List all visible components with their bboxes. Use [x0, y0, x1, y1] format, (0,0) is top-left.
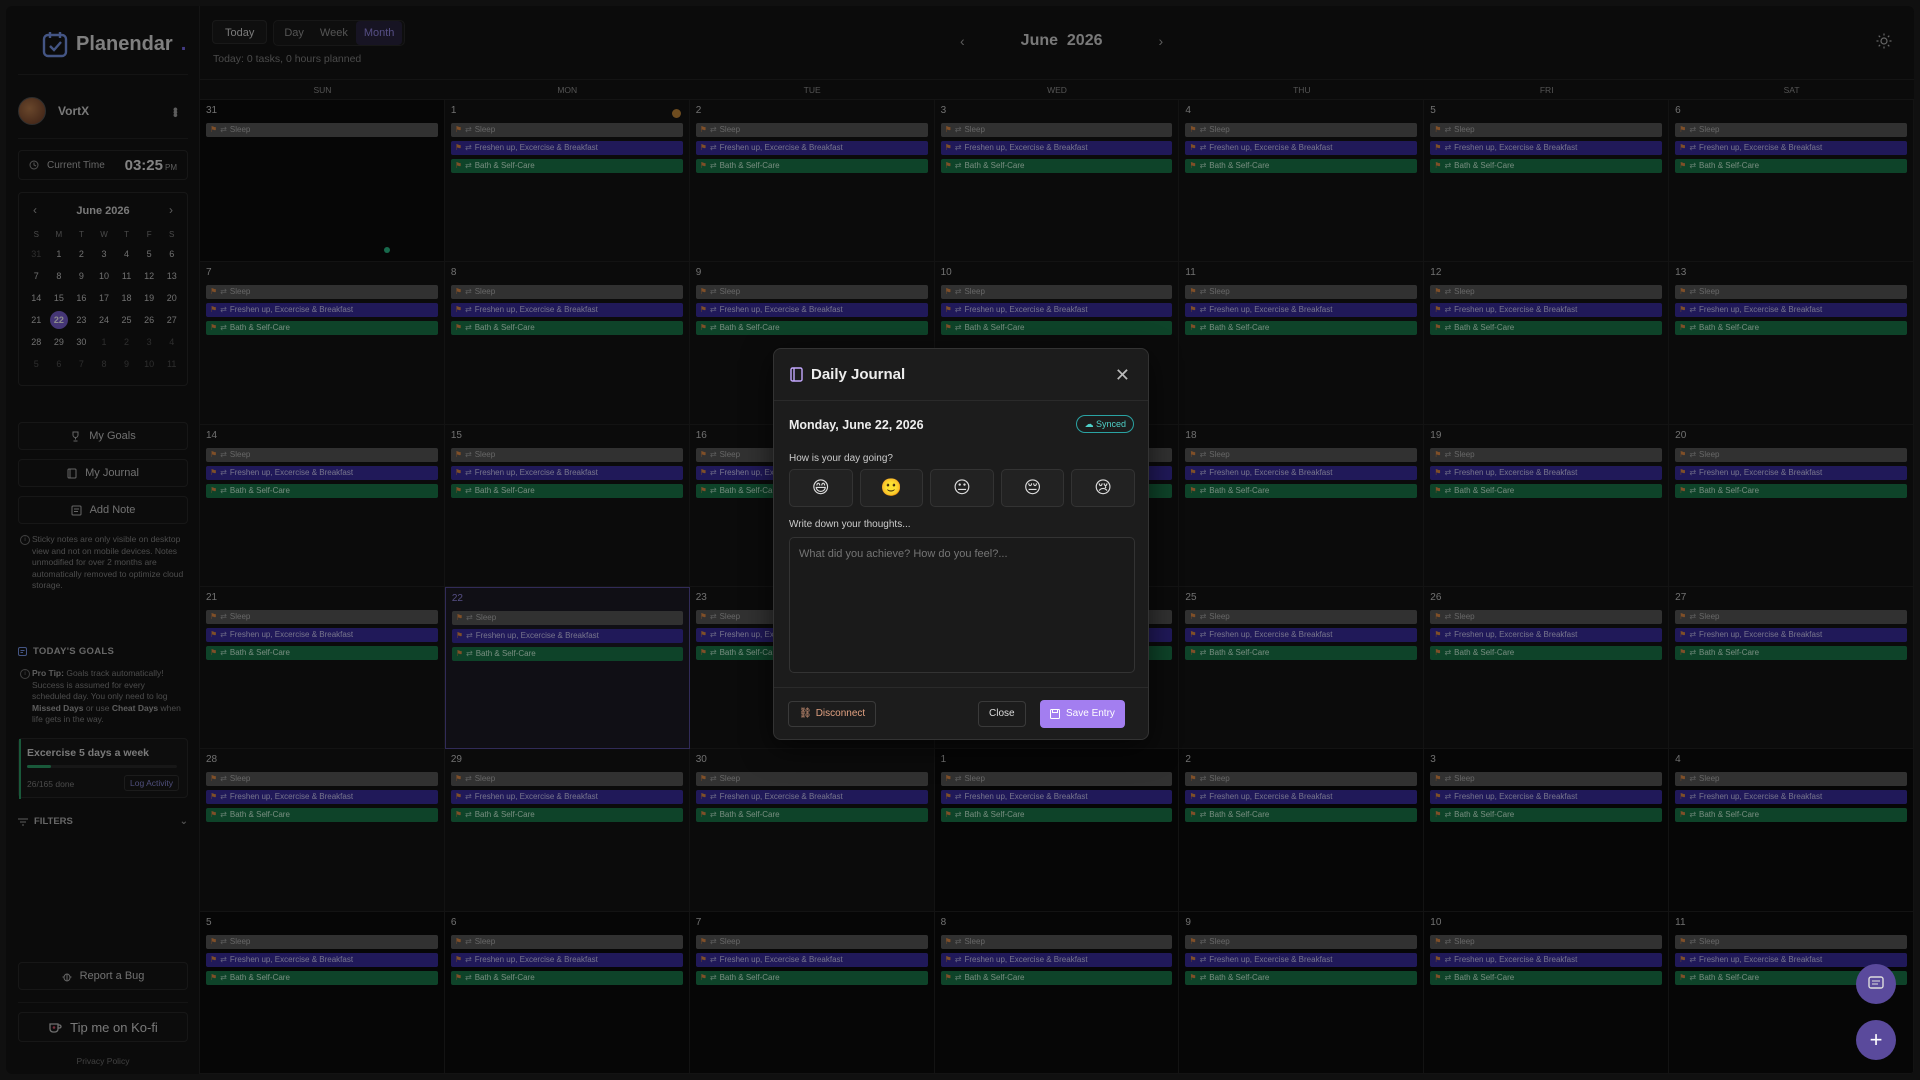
unlink-icon: ⛓ [799, 708, 812, 719]
journal-textarea[interactable] [789, 537, 1135, 673]
disconnect-label: Disconnect [815, 708, 866, 719]
mood-option-2[interactable]: 🙂 [859, 469, 924, 507]
modal-title-text: Daily Journal [811, 366, 906, 383]
save-entry-button[interactable]: Save Entry [1040, 700, 1125, 728]
modal-header: Daily Journal ✕ [774, 349, 1148, 401]
journal-date: Monday, June 22, 2026 [789, 418, 924, 432]
add-event-fab[interactable]: + [1856, 1020, 1896, 1060]
chat-fab[interactable] [1856, 964, 1896, 1004]
app-window: Planendar. VortX ••• Current Time 03:25 P… [6, 6, 1914, 1074]
sync-status-badge: ☁ Synced [1076, 415, 1134, 433]
journal-book-icon [790, 367, 803, 382]
sync-status-text: Synced [1095, 419, 1126, 429]
mood-option-3[interactable]: 😐 [930, 469, 994, 507]
close-icon[interactable]: ✕ [1115, 365, 1130, 386]
mood-selector: 😄 🙂 😐 😔 😢 [789, 469, 1135, 507]
chat-icon [1868, 976, 1884, 989]
mood-option-4[interactable]: 😔 [1000, 469, 1065, 507]
mood-option-5[interactable]: 😢 [1071, 469, 1135, 507]
save-entry-label: Save Entry [1066, 708, 1115, 719]
plus-icon: + [1869, 1027, 1883, 1052]
thoughts-label: Write down your thoughts... [789, 519, 911, 530]
disconnect-button[interactable]: ⛓ Disconnect [788, 701, 877, 727]
modal-title: Daily Journal [790, 366, 905, 383]
modal-footer-divider [774, 687, 1148, 688]
save-icon [1050, 709, 1060, 719]
close-button[interactable]: Close [978, 701, 1026, 727]
mood-option-1[interactable]: 😄 [789, 469, 853, 507]
mood-question: How is your day going? [789, 453, 893, 464]
daily-journal-modal: Daily Journal ✕ Monday, June 22, 2026 ☁ … [773, 348, 1149, 740]
